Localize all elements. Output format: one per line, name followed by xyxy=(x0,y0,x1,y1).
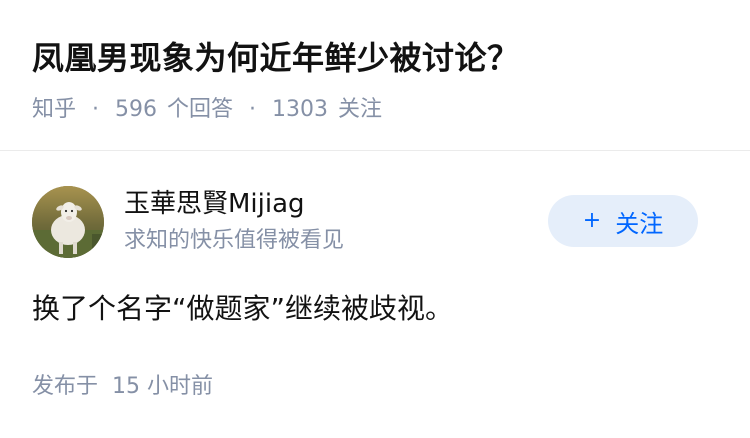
question-meta: 知乎 · 596 个回答 · 1303 关注 xyxy=(32,94,382,126)
follower-count-label: 关注 xyxy=(338,97,383,122)
source-label: 知乎 xyxy=(32,97,77,122)
author-bio: 求知的快乐值得被看见 xyxy=(124,228,345,253)
answer-publish-info: 发布于 15 小时前 xyxy=(32,371,213,403)
author-avatar[interactable] xyxy=(32,186,104,258)
author-name[interactable]: 玉華思賢Mijiag xyxy=(124,186,305,222)
answer-count-label: 个回答 xyxy=(167,97,234,122)
sheep-avatar-icon xyxy=(32,186,104,258)
question-header: 凤凰男现象为何近年鲜少被讨论？ 知乎 · 596 个回答 · 1303 关注 xyxy=(0,0,750,151)
answer-content[interactable]: 换了个名字“做题家”继续被歧视。 xyxy=(32,289,453,329)
published-time: 15 小时前 xyxy=(112,374,214,399)
published-label: 发布于 xyxy=(32,374,99,399)
follower-count: 1303 xyxy=(272,97,329,122)
meta-separator: · xyxy=(249,97,257,122)
meta-separator: · xyxy=(92,97,100,122)
question-title[interactable]: 凤凰男现象为何近年鲜少被讨论？ xyxy=(32,36,520,80)
follow-button[interactable]: + 关注 xyxy=(548,195,698,247)
follow-button-label: 关注 xyxy=(615,209,664,238)
plus-icon: + xyxy=(582,208,602,233)
answer-count: 596 xyxy=(115,97,158,122)
zhihu-answer-page: 凤凰男现象为何近年鲜少被讨论？ 知乎 · 596 个回答 · 1303 关注 玉… xyxy=(0,0,750,438)
answer-card: 玉華思賢Mijiag 求知的快乐值得被看见 + 关注 换了个名字“做题家”继续被… xyxy=(0,151,750,438)
